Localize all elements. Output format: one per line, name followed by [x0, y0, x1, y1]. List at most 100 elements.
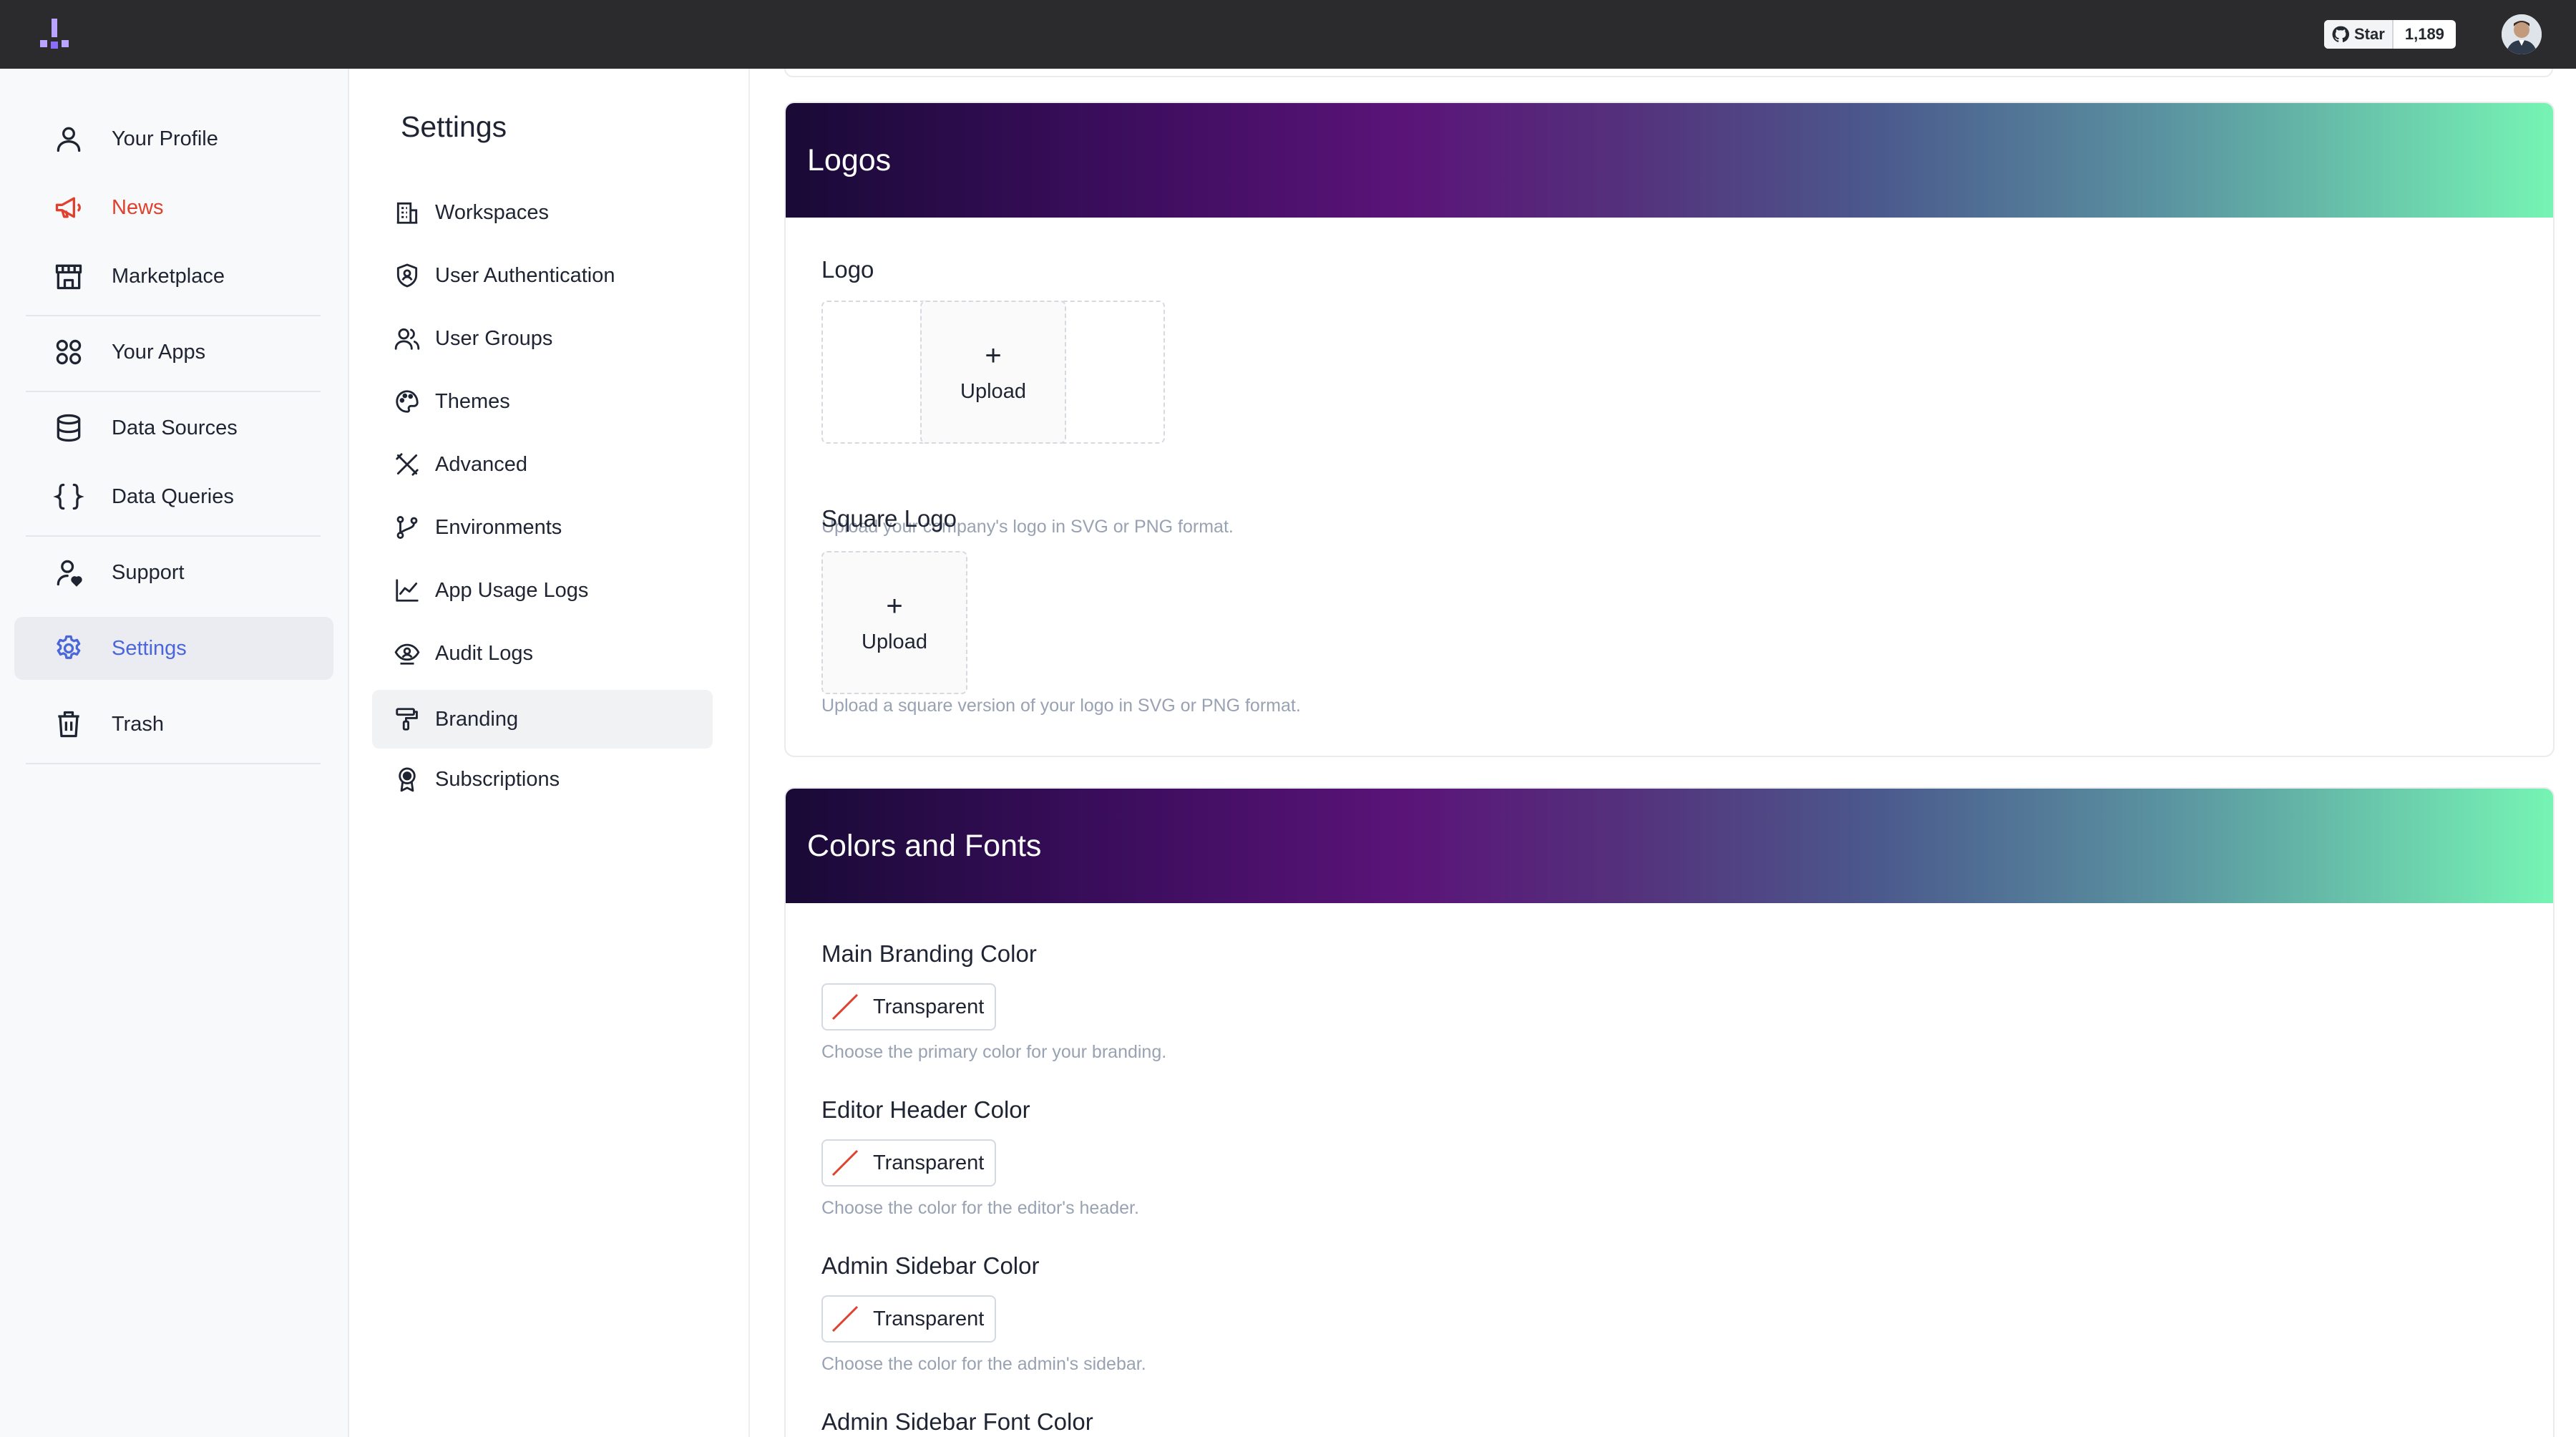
main-sidebar: Your Profile News Marketplace Your Apps … — [0, 69, 349, 1437]
store-icon — [55, 264, 82, 290]
megaphone-icon — [55, 197, 81, 218]
settings-item-label: Themes — [435, 389, 510, 413]
plus-icon: + — [886, 590, 903, 622]
nav-item-data-sources[interactable]: Data Sources — [14, 396, 333, 459]
admin-sidebar-color-hint: Choose the color for the admin's sidebar… — [821, 1354, 1146, 1374]
main-branding-color-hint: Choose the primary color for your brandi… — [821, 1042, 1167, 1062]
editor-header-color-title: Editor Header Color — [821, 1096, 1030, 1123]
square-logo-hint: Upload a square version of your logo in … — [821, 696, 1301, 716]
apps-grid-icon — [56, 339, 82, 365]
user-heart-icon — [57, 560, 82, 587]
transparent-swatch-icon — [831, 993, 859, 1020]
transparent-swatch-icon — [831, 1305, 859, 1333]
avatar-image-icon — [2502, 14, 2542, 54]
colors-fonts-card-header: Colors and Fonts — [786, 789, 2553, 903]
admin-sidebar-color-title: Admin Sidebar Color — [821, 1252, 1040, 1279]
nav-item-data-queries[interactable]: Data Queries — [14, 465, 333, 528]
settings-title: Settings — [401, 110, 507, 143]
github-icon — [2332, 26, 2350, 42]
upload-label: Upload — [862, 630, 927, 653]
settings-item-workspaces[interactable]: Workspaces — [372, 183, 713, 242]
settings-item-label: Audit Logs — [435, 641, 534, 665]
nav-item-settings[interactable]: Settings — [14, 617, 333, 680]
main-branding-color-title: Main Branding Color — [821, 940, 1037, 967]
settings-item-label: User Authentication — [435, 263, 615, 287]
nav-item-label: News — [112, 195, 164, 219]
nav-item-marketplace[interactable]: Marketplace — [14, 245, 333, 308]
github-star-button[interactable]: Star — [2324, 20, 2394, 49]
settings-item-app-usage-logs[interactable]: App Usage Logs — [372, 561, 713, 620]
color-value: Transparent — [873, 1307, 985, 1330]
settings-item-user-groups[interactable]: User Groups — [372, 309, 713, 368]
previous-card-edge — [784, 69, 2553, 77]
nav-item-label: Marketplace — [112, 264, 225, 288]
github-star-count[interactable]: 1,189 — [2394, 25, 2456, 44]
settings-item-label: Workspaces — [435, 200, 550, 224]
nav-item-label: Trash — [112, 712, 165, 736]
nav-item-your-apps[interactable]: Your Apps — [14, 321, 333, 384]
settings-item-environments[interactable]: Environments — [372, 498, 713, 557]
square-logo-upload-button[interactable]: + Upload — [821, 551, 967, 694]
git-branch-icon — [396, 516, 418, 539]
nav-divider — [26, 315, 321, 316]
branding-content: Logos Logo + Upload Upload your company'… — [750, 69, 2576, 1437]
curly-braces-icon — [53, 483, 84, 510]
nav-item-label: Data Queries — [112, 484, 234, 508]
colors-fonts-card: Colors and Fonts Main Branding Color Tra… — [784, 787, 2555, 1437]
github-star-badge[interactable]: Star 1,189 — [2324, 20, 2456, 49]
settings-item-label: App Usage Logs — [435, 578, 589, 602]
nav-item-trash[interactable]: Trash — [14, 693, 333, 756]
upload-label: Upload — [960, 379, 1026, 403]
color-value: Transparent — [873, 1151, 985, 1174]
editor-header-color-hint: Choose the color for the editor's header… — [821, 1198, 1139, 1218]
nav-item-support[interactable]: Support — [14, 541, 333, 604]
trash-icon — [58, 711, 79, 738]
settings-item-label: Subscriptions — [435, 767, 560, 791]
building-icon — [396, 202, 418, 224]
user-avatar[interactable] — [2502, 14, 2542, 54]
settings-item-audit-logs[interactable]: Audit Logs — [372, 624, 713, 683]
nav-item-label: Settings — [112, 636, 187, 660]
settings-sidebar: Settings Workspaces User Authentication … — [349, 69, 750, 1437]
nav-item-label: Data Sources — [112, 416, 238, 439]
settings-item-label: Environments — [435, 515, 562, 539]
database-icon — [57, 414, 81, 442]
nav-item-your-profile[interactable]: Your Profile — [14, 107, 333, 170]
settings-item-themes[interactable]: Themes — [372, 372, 713, 431]
settings-item-subscriptions[interactable]: Subscriptions — [372, 750, 713, 809]
main-branding-color-picker[interactable]: Transparent — [821, 983, 996, 1031]
nav-divider — [26, 763, 321, 764]
color-value: Transparent — [873, 995, 985, 1018]
editor-header-color-picker[interactable]: Transparent — [821, 1139, 996, 1187]
nav-item-label: Your Apps — [112, 340, 206, 364]
logo-field-title: Logo — [821, 256, 874, 283]
gear-icon — [57, 635, 81, 659]
settings-item-branding[interactable]: Branding — [372, 690, 713, 749]
tooljet-logo-icon[interactable] — [37, 19, 72, 52]
logo-upload-button[interactable]: + Upload — [920, 301, 1066, 444]
nav-item-label: Support — [112, 560, 185, 584]
admin-sidebar-color-picker[interactable]: Transparent — [821, 1295, 996, 1343]
paint-roller-icon — [396, 708, 418, 731]
nav-item-news[interactable]: News — [14, 176, 333, 239]
logos-card-header: Logos — [786, 103, 2553, 218]
transparent-swatch-icon — [831, 1149, 859, 1177]
tools-icon — [396, 453, 419, 476]
badge-icon — [399, 767, 416, 792]
square-logo-field-title: Square Logo — [821, 505, 957, 532]
nav-divider — [26, 391, 321, 392]
eye-user-icon — [394, 643, 420, 665]
shield-user-icon — [396, 263, 418, 288]
github-star-label: Star — [2354, 25, 2385, 43]
user-icon — [57, 127, 81, 152]
users-icon — [394, 328, 420, 350]
line-chart-icon — [396, 579, 419, 602]
palette-icon — [396, 390, 419, 413]
settings-item-label: Advanced — [435, 452, 527, 476]
top-bar: Star 1,189 — [0, 0, 2576, 69]
nav-item-label: Your Profile — [112, 127, 218, 150]
settings-item-user-authentication[interactable]: User Authentication — [372, 246, 713, 305]
nav-divider — [26, 535, 321, 537]
settings-item-label: User Groups — [435, 326, 553, 350]
settings-item-advanced[interactable]: Advanced — [372, 435, 713, 494]
